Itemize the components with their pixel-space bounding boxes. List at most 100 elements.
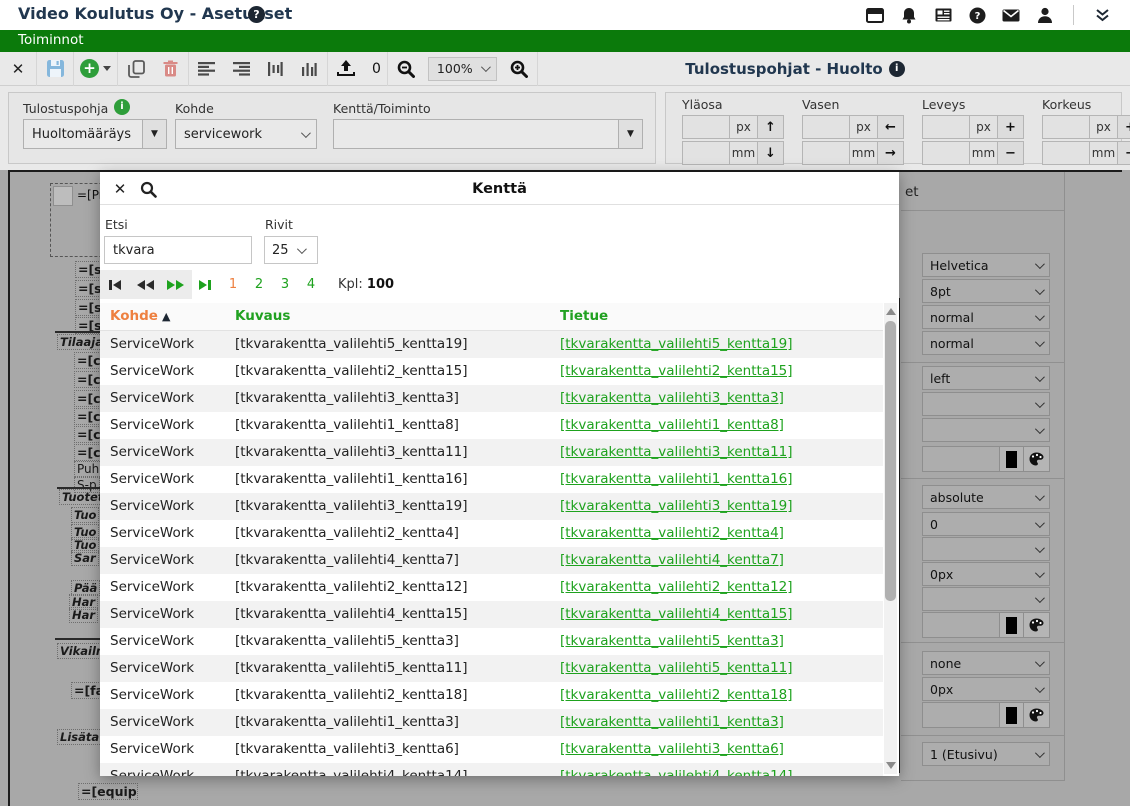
cell-tietue-link[interactable]: [tkvarakentta_valilehti1_kentta3]: [560, 714, 784, 730]
dimension-px-input[interactable]: [1042, 115, 1090, 139]
palette-button[interactable]: [1024, 702, 1050, 728]
previous-page-button[interactable]: [130, 270, 160, 299]
cell-tietue-link[interactable]: [tkvarakentta_valilehti4_kentta7]: [560, 552, 784, 568]
table-row[interactable]: ServiceWork [tkvarakentta_valilehti1_ken…: [100, 709, 883, 736]
cell-tietue-link[interactable]: [tkvarakentta_valilehti5_kentta19]: [560, 336, 793, 352]
dimension-up-button[interactable]: ←: [878, 115, 904, 139]
dimension-mm-input[interactable]: [1042, 141, 1090, 165]
table-row[interactable]: ServiceWork [tkvarakentta_valilehti3_ken…: [100, 493, 883, 520]
page-number[interactable]: 4: [298, 277, 324, 292]
distribute-horizontal-button[interactable]: [263, 56, 287, 82]
dimension-px-input[interactable]: [802, 115, 850, 139]
cell-tietue-link[interactable]: [tkvarakentta_valilehti1_kentta8]: [560, 417, 784, 433]
property-select[interactable]: [922, 587, 1050, 611]
add-button[interactable]: +: [80, 56, 111, 82]
table-row[interactable]: ServiceWork [tkvarakentta_valilehti2_ken…: [100, 574, 883, 601]
template-field[interactable]: Puh: [74, 461, 103, 477]
dimension-up-button[interactable]: ↑: [758, 115, 784, 139]
table-row[interactable]: ServiceWork [tkvarakentta_valilehti1_ken…: [100, 466, 883, 493]
scroll-down-arrow[interactable]: [886, 762, 896, 769]
distribute-vertical-button[interactable]: [297, 56, 321, 82]
kentta-toiminto-select[interactable]: [333, 119, 619, 149]
property-select[interactable]: 0px: [922, 677, 1050, 701]
kohde-select[interactable]: servicework: [175, 119, 317, 149]
table-row[interactable]: ServiceWork [tkvarakentta_valilehti5_ken…: [100, 331, 883, 358]
bell-icon[interactable]: [899, 5, 919, 25]
cell-tietue-link[interactable]: [tkvarakentta_valilehti5_kentta3]: [560, 633, 784, 649]
user-icon[interactable]: [1035, 5, 1055, 25]
dimension-up-button[interactable]: +: [1118, 115, 1130, 139]
zoom-level-select[interactable]: 100%: [427, 56, 497, 81]
tulostuspohja-info-icon[interactable]: i: [114, 99, 130, 115]
color-swatch-button[interactable]: [1000, 446, 1024, 472]
cell-tietue-link[interactable]: [tkvarakentta_valilehti2_kentta12]: [560, 579, 793, 595]
cell-tietue-link[interactable]: [tkvarakentta_valilehti4_kentta15]: [560, 606, 793, 622]
cell-tietue-link[interactable]: [tkvarakentta_valilehti2_kentta15]: [560, 363, 793, 379]
mail-icon[interactable]: [1001, 5, 1021, 25]
tulostuspohja-dropdown-button[interactable]: ▼: [143, 119, 167, 149]
column-kuvaus[interactable]: Kuvaus: [235, 308, 290, 324]
table-row[interactable]: ServiceWork [tkvarakentta_valilehti1_ken…: [100, 412, 883, 439]
dimension-down-button[interactable]: ↓: [758, 141, 784, 165]
save-button[interactable]: [43, 56, 67, 82]
template-field[interactable]: Tilaaja: [57, 334, 106, 350]
cell-tietue-link[interactable]: [tkvarakentta_valilehti5_kentta11]: [560, 660, 793, 676]
property-select[interactable]: 1 (Etusivu): [922, 742, 1050, 766]
column-tietue[interactable]: Tietue: [560, 308, 608, 324]
rows-per-page-select[interactable]: 25: [264, 236, 318, 264]
table-row[interactable]: ServiceWork [tkvarakentta_valilehti4_ken…: [100, 601, 883, 628]
dimension-up-button[interactable]: +: [998, 115, 1024, 139]
close-button[interactable]: ✕: [6, 56, 30, 82]
page-number[interactable]: 2: [246, 277, 272, 292]
modal-scrollbar[interactable]: [884, 303, 897, 774]
info-icon[interactable]: i: [888, 61, 905, 77]
table-row[interactable]: ServiceWork [tkvarakentta_valilehti4_ken…: [100, 547, 883, 574]
cell-tietue-link[interactable]: [tkvarakentta_valilehti4_kentta14]: [560, 768, 793, 776]
color-swatch-button[interactable]: [1000, 612, 1024, 638]
color-swatch-button[interactable]: [1000, 702, 1024, 728]
zoom-out-button[interactable]: [394, 56, 418, 82]
scroll-up-arrow[interactable]: [886, 308, 896, 315]
color-value-input[interactable]: [922, 446, 1000, 472]
print-checkbox[interactable]: [53, 186, 73, 206]
table-row[interactable]: ServiceWork [tkvarakentta_valilehti2_ken…: [100, 682, 883, 709]
table-row[interactable]: ServiceWork [tkvarakentta_valilehti5_ken…: [100, 655, 883, 682]
dimension-px-input[interactable]: [922, 115, 970, 139]
dimension-down-button[interactable]: −: [1118, 141, 1130, 165]
property-select[interactable]: none: [922, 651, 1050, 675]
property-select[interactable]: [922, 418, 1050, 442]
table-row[interactable]: ServiceWork [tkvarakentta_valilehti3_ken…: [100, 439, 883, 466]
palette-button[interactable]: [1024, 446, 1050, 472]
dimension-mm-input[interactable]: [802, 141, 850, 165]
copy-button[interactable]: [124, 56, 148, 82]
last-page-button[interactable]: [190, 270, 220, 299]
dimension-down-button[interactable]: −: [998, 141, 1024, 165]
page-number[interactable]: 1: [220, 277, 246, 292]
cell-tietue-link[interactable]: [tkvarakentta_valilehti3_kentta3]: [560, 390, 784, 406]
table-row[interactable]: ServiceWork [tkvarakentta_valilehti3_ken…: [100, 736, 883, 763]
next-page-button[interactable]: [160, 270, 190, 299]
table-row[interactable]: ServiceWork [tkvarakentta_valilehti3_ken…: [100, 385, 883, 412]
property-select[interactable]: normal: [922, 331, 1050, 355]
modal-search-icon[interactable]: [136, 177, 160, 201]
modal-close-button[interactable]: ✕: [108, 177, 132, 201]
table-row[interactable]: ServiceWork [tkvarakentta_valilehti2_ken…: [100, 358, 883, 385]
color-value-input[interactable]: [922, 702, 1000, 728]
table-row[interactable]: ServiceWork [tkvarakentta_valilehti4_ken…: [100, 763, 883, 776]
search-input[interactable]: [104, 236, 252, 264]
cell-tietue-link[interactable]: [tkvarakentta_valilehti3_kentta19]: [560, 498, 793, 514]
table-row[interactable]: ServiceWork [tkvarakentta_valilehti2_ken…: [100, 520, 883, 547]
color-value-input[interactable]: [922, 612, 1000, 638]
template-field[interactable]: Sar: [71, 550, 99, 566]
cell-tietue-link[interactable]: [tkvarakentta_valilehti3_kentta6]: [560, 741, 784, 757]
property-select[interactable]: 0: [922, 512, 1050, 536]
property-select[interactable]: normal: [922, 305, 1050, 329]
help-icon[interactable]: ?: [967, 5, 987, 25]
align-left-button[interactable]: [195, 56, 219, 82]
template-field[interactable]: Lisäta: [57, 729, 103, 745]
news-icon[interactable]: [933, 5, 953, 25]
dimension-px-input[interactable]: [682, 115, 730, 139]
palette-button[interactable]: [1024, 612, 1050, 638]
cell-tietue-link[interactable]: [tkvarakentta_valilehti2_kentta18]: [560, 687, 793, 703]
first-page-button[interactable]: [100, 270, 130, 299]
